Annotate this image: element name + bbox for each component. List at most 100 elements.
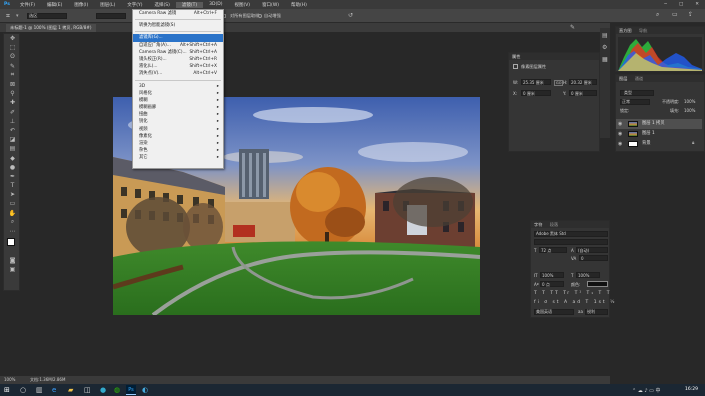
- properties-panel-icon[interactable]: ⚙: [602, 44, 607, 51]
- menu-layer[interactable]: 图层(L): [94, 2, 121, 8]
- filter-menu-item[interactable]: 3D ▸: [133, 83, 223, 90]
- checkbox-2[interactable]: [258, 14, 262, 18]
- swap-icon[interactable]: ↺: [348, 12, 353, 19]
- file-explorer-icon[interactable]: ▰: [68, 386, 73, 394]
- menu-select[interactable]: 选择(S): [149, 2, 176, 8]
- filter-menu-item[interactable]: 模糊画廊 ▸: [133, 104, 223, 111]
- share-icon[interactable]: ⇪: [688, 11, 693, 18]
- pen-tool-icon[interactable]: ✒: [4, 172, 21, 181]
- zoom-level[interactable]: 100%: [4, 376, 15, 384]
- libraries-panel-icon[interactable]: ▦: [602, 56, 608, 63]
- tab-paragraph[interactable]: 段落: [550, 222, 558, 227]
- minimize-icon[interactable]: ─: [658, 2, 673, 7]
- filter-menu-item[interactable]: 杂色 ▸: [133, 147, 223, 154]
- menu-file[interactable]: 文件(F): [14, 2, 41, 8]
- menu-view[interactable]: 视图(V): [228, 2, 256, 8]
- move-tool-icon[interactable]: ✥: [4, 34, 21, 43]
- filter-menu-item[interactable]: 渲染 ▸: [133, 140, 223, 147]
- screen-mode-icon[interactable]: ▣: [4, 265, 21, 274]
- type-tool-icon[interactable]: T: [4, 181, 21, 190]
- path-select-icon[interactable]: ➤: [4, 190, 21, 199]
- task-view-icon[interactable]: ▥: [36, 386, 43, 394]
- foreground-color[interactable]: [7, 238, 15, 247]
- tab-character[interactable]: 字符: [534, 222, 542, 227]
- search-taskbar-icon[interactable]: ○: [20, 386, 26, 394]
- shape-tool-icon[interactable]: ▭: [4, 199, 21, 208]
- crop-tool-icon[interactable]: ⌗: [6, 12, 10, 21]
- text-color-swatch[interactable]: [587, 281, 608, 287]
- layer-row-1[interactable]: ◉ 图层 1 拷贝: [616, 119, 702, 129]
- filter-menu-item[interactable]: 滤镜库(G)...: [133, 34, 223, 42]
- tab-layers[interactable]: 图层: [619, 76, 627, 81]
- color-swatches[interactable]: [4, 236, 21, 256]
- font-style-select[interactable]: [534, 239, 608, 245]
- edge-icon[interactable]: e: [52, 386, 56, 394]
- hand-tool-icon[interactable]: ✋: [4, 209, 21, 218]
- ps-logo[interactable]: Ps: [0, 2, 14, 7]
- eraser-tool-icon[interactable]: ◪: [4, 135, 21, 144]
- filter-menu-item[interactable]: 模糊 ▸: [133, 97, 223, 104]
- filter-menu-item[interactable]: 视频 ▸: [133, 126, 223, 133]
- stamp-tool-icon[interactable]: ⊥: [4, 117, 21, 126]
- visibility-eye-icon[interactable]: ◉: [618, 139, 622, 149]
- width-field[interactable]: [96, 13, 126, 19]
- marquee-tool-icon[interactable]: ⬚: [4, 43, 21, 52]
- filter-menu-item[interactable]: 像素化 ▸: [133, 133, 223, 140]
- frame-tool-icon[interactable]: ⊠: [4, 80, 21, 89]
- filter-menu-item[interactable]: 镜头校正(R)... Shift+Ctrl+R: [133, 56, 223, 63]
- crop-tool-icon[interactable]: ⌗: [4, 71, 21, 80]
- filter-menu-item[interactable]: 锐化 ▸: [133, 118, 223, 125]
- opentype-buttons[interactable]: fi ơ st A ad T 1st ½: [534, 300, 616, 305]
- filter-menu-item[interactable]: Camera Raw 滤镜 Alt+Ctrl+F: [133, 10, 223, 17]
- brush-settings-icon[interactable]: ✎: [570, 24, 575, 31]
- quick-mask-icon[interactable]: ◙: [4, 256, 21, 265]
- tool-preset-dropdown[interactable]: ▾: [16, 13, 19, 19]
- gradient-tool-icon[interactable]: ▤: [4, 144, 21, 153]
- clock[interactable]: 16:29: [685, 387, 698, 392]
- opacity-value[interactable]: 100%: [684, 99, 695, 104]
- filter-menu-item[interactable]: Camera Raw 滤镜(C)... Shift+Ctrl+A: [133, 49, 223, 56]
- workspace-icon[interactable]: ▭: [672, 11, 678, 18]
- visibility-eye-icon[interactable]: ◉: [618, 119, 622, 129]
- filter-menu-item[interactable]: 风格化 ▸: [133, 90, 223, 97]
- text-style-buttons[interactable]: T T TT Tr T¹ T₁ T T: [534, 291, 611, 296]
- history-brush-icon[interactable]: ↶: [4, 126, 21, 135]
- menu-help[interactable]: 帮助(H): [285, 2, 313, 8]
- menu-window[interactable]: 窗口(W): [256, 2, 285, 8]
- tab-navigator[interactable]: 导航: [639, 28, 647, 33]
- filter-menu-item[interactable]: 转换为智能滤镜(S): [133, 22, 223, 29]
- app-icon[interactable]: ●: [100, 386, 106, 394]
- wechat-icon[interactable]: ◍: [114, 386, 120, 394]
- history-panel-icon[interactable]: ▤: [602, 32, 608, 39]
- layer-row-2[interactable]: ◉ 图层 1: [616, 129, 702, 139]
- brush-tool-icon[interactable]: ✐: [4, 108, 21, 117]
- healing-tool-icon[interactable]: ✚: [4, 98, 21, 107]
- store-icon[interactable]: ◫: [84, 386, 91, 394]
- eyedropper-tool-icon[interactable]: ⚲: [4, 89, 21, 98]
- menu-filter[interactable]: 滤镜(T): [175, 1, 204, 8]
- fill-value[interactable]: 100%: [684, 108, 695, 113]
- dodge-tool-icon[interactable]: ●: [4, 163, 21, 172]
- more-tools-icon[interactable]: ⋯: [4, 227, 21, 236]
- filter-menu-item[interactable]: 液化(L)... Shift+Ctrl+X: [133, 63, 223, 70]
- zoom-tool-icon[interactable]: ⌕: [4, 218, 21, 227]
- tab-channels[interactable]: 通道: [635, 76, 643, 81]
- tray-icons[interactable]: ⌃ ☁ ♪ ▭ 中: [632, 387, 660, 394]
- filter-menu-item[interactable]: 自适应广角(A)... Alt+Shift+Ctrl+A: [133, 42, 223, 49]
- lasso-tool-icon[interactable]: ʘ: [4, 52, 21, 61]
- document-tab[interactable]: 未标题-1 @ 100% (图层 1 拷贝, RGB/8#): [6, 24, 96, 32]
- filter-menu-item[interactable]: 扭曲 ▸: [133, 111, 223, 118]
- tab-histogram[interactable]: 直方图: [619, 28, 632, 33]
- app-icon-2[interactable]: ◐: [142, 386, 148, 394]
- search-icon[interactable]: ⌕: [656, 11, 659, 19]
- close-icon[interactable]: ✕: [689, 2, 705, 7]
- menu-edit[interactable]: 编辑(E): [41, 2, 68, 8]
- maximize-icon[interactable]: □: [673, 2, 689, 7]
- menu-type[interactable]: 文字(Y): [121, 2, 148, 8]
- layer-row-3[interactable]: ◉ 背景 🔒︎: [616, 139, 702, 149]
- start-icon[interactable]: ⊞: [4, 386, 10, 394]
- filter-menu-item[interactable]: 消失点(V)... Alt+Ctrl+V: [133, 70, 223, 77]
- photoshop-taskbar-icon[interactable]: Ps: [126, 385, 136, 395]
- blur-tool-icon[interactable]: ◆: [4, 153, 21, 162]
- visibility-eye-icon[interactable]: ◉: [618, 129, 622, 139]
